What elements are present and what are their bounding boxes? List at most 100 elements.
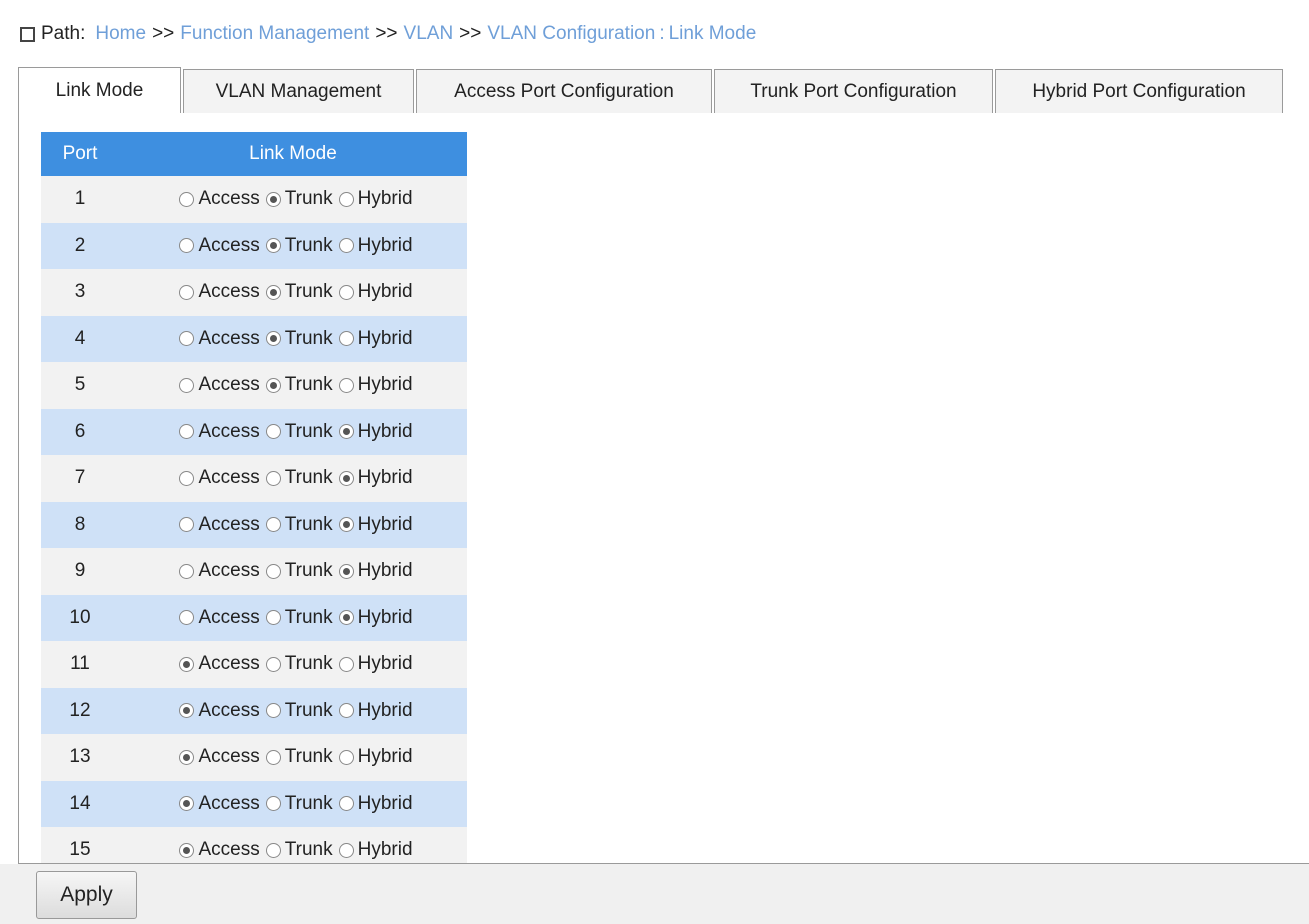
- radio-button-trunk[interactable]: [265, 238, 281, 254]
- radio-option-access[interactable]: Access: [179, 839, 260, 861]
- radio-button-hybrid[interactable]: [338, 238, 354, 254]
- radio-option-access[interactable]: Access: [179, 560, 260, 582]
- radio-button-access[interactable]: [179, 470, 195, 486]
- radio-option-trunk[interactable]: Trunk: [265, 421, 333, 443]
- tab-link-mode[interactable]: Link Mode: [18, 67, 181, 114]
- radio-option-access[interactable]: Access: [179, 374, 260, 396]
- radio-button-access[interactable]: [179, 842, 195, 858]
- radio-option-hybrid[interactable]: Hybrid: [338, 653, 413, 675]
- radio-button-hybrid[interactable]: [338, 610, 354, 626]
- radio-option-hybrid[interactable]: Hybrid: [338, 374, 413, 396]
- radio-button-trunk[interactable]: [265, 470, 281, 486]
- radio-button-access[interactable]: [179, 656, 195, 672]
- radio-option-trunk[interactable]: Trunk: [265, 188, 333, 210]
- apply-button[interactable]: Apply: [36, 871, 137, 919]
- breadcrumb-vlan-configuration[interactable]: VLAN Configuration: [487, 23, 655, 45]
- radio-button-trunk[interactable]: [265, 331, 281, 347]
- radio-option-trunk[interactable]: Trunk: [265, 746, 333, 768]
- radio-option-access[interactable]: Access: [179, 607, 260, 629]
- radio-option-hybrid[interactable]: Hybrid: [338, 560, 413, 582]
- radio-button-trunk[interactable]: [265, 191, 281, 207]
- radio-button-trunk[interactable]: [265, 703, 281, 719]
- radio-button-access[interactable]: [179, 749, 195, 765]
- radio-option-trunk[interactable]: Trunk: [265, 514, 333, 536]
- radio-option-trunk[interactable]: Trunk: [265, 374, 333, 396]
- radio-button-access[interactable]: [179, 563, 195, 579]
- radio-option-hybrid[interactable]: Hybrid: [338, 746, 413, 768]
- radio-option-trunk[interactable]: Trunk: [265, 281, 333, 303]
- radio-button-access[interactable]: [179, 610, 195, 626]
- radio-button-hybrid[interactable]: [338, 284, 354, 300]
- radio-button-trunk[interactable]: [265, 656, 281, 672]
- radio-option-hybrid[interactable]: Hybrid: [338, 607, 413, 629]
- radio-button-access[interactable]: [179, 238, 195, 254]
- breadcrumb-function-management[interactable]: Function Management: [180, 23, 369, 45]
- radio-option-access[interactable]: Access: [179, 467, 260, 489]
- radio-button-trunk[interactable]: [265, 424, 281, 440]
- radio-option-access[interactable]: Access: [179, 700, 260, 722]
- tab-trunk-port-configuration[interactable]: Trunk Port Configuration: [714, 69, 993, 113]
- radio-option-hybrid[interactable]: Hybrid: [338, 839, 413, 861]
- radio-button-hybrid[interactable]: [338, 842, 354, 858]
- radio-option-trunk[interactable]: Trunk: [265, 235, 333, 257]
- radio-button-access[interactable]: [179, 796, 195, 812]
- radio-button-hybrid[interactable]: [338, 796, 354, 812]
- radio-button-trunk[interactable]: [265, 563, 281, 579]
- radio-button-trunk[interactable]: [265, 284, 281, 300]
- radio-button-trunk[interactable]: [265, 796, 281, 812]
- radio-button-access[interactable]: [179, 703, 195, 719]
- radio-button-hybrid[interactable]: [338, 470, 354, 486]
- radio-button-hybrid[interactable]: [338, 191, 354, 207]
- radio-button-hybrid[interactable]: [338, 517, 354, 533]
- radio-option-access[interactable]: Access: [179, 188, 260, 210]
- tab-hybrid-port-configuration[interactable]: Hybrid Port Configuration: [995, 69, 1283, 113]
- radio-option-hybrid[interactable]: Hybrid: [338, 281, 413, 303]
- radio-option-access[interactable]: Access: [179, 653, 260, 675]
- radio-button-hybrid[interactable]: [338, 331, 354, 347]
- radio-option-hybrid[interactable]: Hybrid: [338, 421, 413, 443]
- radio-button-trunk[interactable]: [265, 517, 281, 533]
- radio-button-trunk[interactable]: [265, 749, 281, 765]
- radio-button-hybrid[interactable]: [338, 563, 354, 579]
- radio-button-access[interactable]: [179, 191, 195, 207]
- radio-button-hybrid[interactable]: [338, 703, 354, 719]
- radio-option-access[interactable]: Access: [179, 421, 260, 443]
- radio-option-trunk[interactable]: Trunk: [265, 328, 333, 350]
- radio-option-access[interactable]: Access: [179, 793, 260, 815]
- radio-option-trunk[interactable]: Trunk: [265, 793, 333, 815]
- radio-option-hybrid[interactable]: Hybrid: [338, 793, 413, 815]
- radio-option-trunk[interactable]: Trunk: [265, 700, 333, 722]
- radio-option-access[interactable]: Access: [179, 328, 260, 350]
- radio-option-access[interactable]: Access: [179, 514, 260, 536]
- radio-button-trunk[interactable]: [265, 377, 281, 393]
- radio-button-access[interactable]: [179, 424, 195, 440]
- radio-option-trunk[interactable]: Trunk: [265, 467, 333, 489]
- radio-option-hybrid[interactable]: Hybrid: [338, 514, 413, 536]
- radio-button-access[interactable]: [179, 517, 195, 533]
- radio-button-trunk[interactable]: [265, 610, 281, 626]
- tab-vlan-management[interactable]: VLAN Management: [183, 69, 414, 113]
- radio-button-access[interactable]: [179, 331, 195, 347]
- breadcrumb-home[interactable]: Home: [95, 23, 146, 45]
- radio-button-trunk[interactable]: [265, 842, 281, 858]
- radio-option-trunk[interactable]: Trunk: [265, 653, 333, 675]
- radio-option-hybrid[interactable]: Hybrid: [338, 188, 413, 210]
- radio-option-access[interactable]: Access: [179, 281, 260, 303]
- radio-option-trunk[interactable]: Trunk: [265, 607, 333, 629]
- radio-option-trunk[interactable]: Trunk: [265, 839, 333, 861]
- radio-option-access[interactable]: Access: [179, 746, 260, 768]
- radio-option-hybrid[interactable]: Hybrid: [338, 700, 413, 722]
- breadcrumb-vlan[interactable]: VLAN: [404, 23, 454, 45]
- radio-option-access[interactable]: Access: [179, 235, 260, 257]
- radio-option-hybrid[interactable]: Hybrid: [338, 235, 413, 257]
- tab-access-port-configuration[interactable]: Access Port Configuration: [416, 69, 712, 113]
- radio-option-hybrid[interactable]: Hybrid: [338, 467, 413, 489]
- radio-button-hybrid[interactable]: [338, 656, 354, 672]
- radio-button-access[interactable]: [179, 377, 195, 393]
- radio-option-hybrid[interactable]: Hybrid: [338, 328, 413, 350]
- radio-button-hybrid[interactable]: [338, 424, 354, 440]
- radio-button-hybrid[interactable]: [338, 749, 354, 765]
- radio-button-hybrid[interactable]: [338, 377, 354, 393]
- radio-button-access[interactable]: [179, 284, 195, 300]
- radio-option-trunk[interactable]: Trunk: [265, 560, 333, 582]
